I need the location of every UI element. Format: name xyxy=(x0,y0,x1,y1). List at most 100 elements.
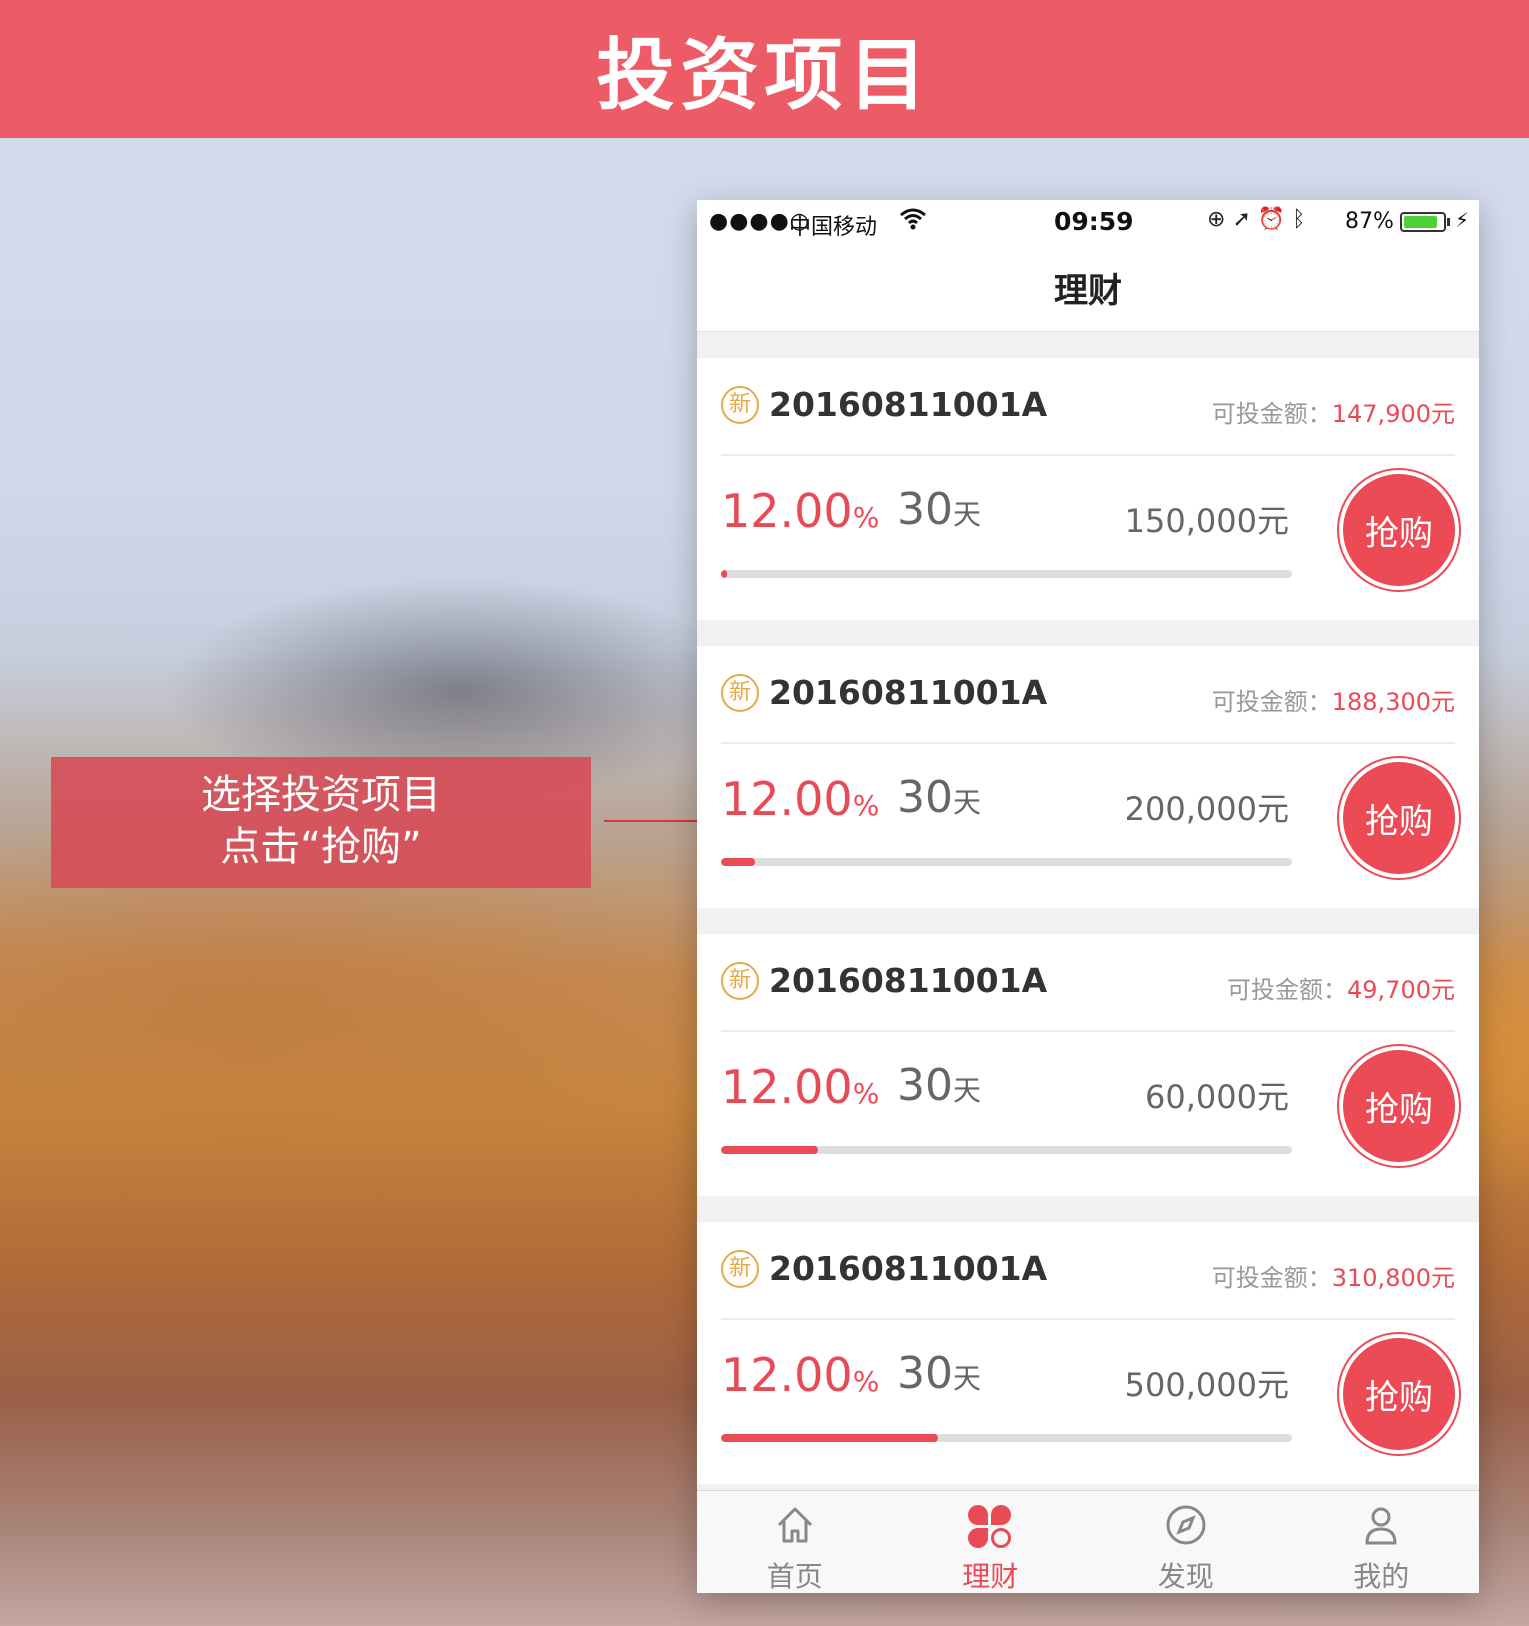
new-badge-icon: 新 xyxy=(721,962,759,1000)
battery-percent: 87% xyxy=(1345,209,1394,234)
product-code: 20160811001A xyxy=(769,385,1048,424)
rate-unit: % xyxy=(852,1077,880,1110)
status-bar: ●●●●○ 中国移动 09:59 ⊕ ➚ ⏰ ᛒ 87% ⚡ xyxy=(697,200,1479,244)
carrier-label: 中国移动 xyxy=(789,215,878,240)
available-amount: 可投金额：147,900元 xyxy=(1212,394,1455,429)
progress-bar xyxy=(721,858,1292,866)
total-amount: 60,000元 xyxy=(1145,1078,1289,1116)
interest-rate: 12.00% xyxy=(721,1348,879,1402)
home-icon xyxy=(697,1503,893,1551)
buy-button[interactable]: 抢购 xyxy=(1343,1050,1455,1162)
term-unit: 天 xyxy=(953,1074,982,1107)
available-value: 49,700元 xyxy=(1347,976,1455,1004)
alarm-icon: ⏰ xyxy=(1257,207,1286,232)
product-card[interactable]: 新 20160811001A 可投金额：188,300元 12.00% 30天 … xyxy=(697,646,1479,908)
total-amount: 150,000元 xyxy=(1124,502,1289,540)
tab-label: 理财 xyxy=(962,1560,1019,1593)
interest-rate: 12.00% xyxy=(721,1060,879,1114)
product-code: 20160811001A xyxy=(769,961,1048,1000)
term: 30天 xyxy=(897,1348,981,1399)
term-value: 30 xyxy=(897,484,953,535)
location-icon: ➚ xyxy=(1232,207,1251,232)
rate-value: 12.00 xyxy=(721,1060,853,1114)
product-card[interactable]: 新 20160811001A 可投金额：147,900元 12.00% 30天 … xyxy=(697,358,1479,620)
new-badge-icon: 新 xyxy=(721,386,759,424)
callout-line-1: 选择投资项目 xyxy=(201,772,441,818)
term-unit: 天 xyxy=(953,498,982,531)
available-label: 可投金额： xyxy=(1211,688,1332,716)
available-amount: 可投金额：188,300元 xyxy=(1212,682,1455,717)
divider xyxy=(721,1030,1455,1032)
buy-button[interactable]: 抢购 xyxy=(1343,474,1455,586)
nav-bar: 理财 xyxy=(697,244,1479,332)
term: 30天 xyxy=(897,772,981,823)
total-amount: 500,000元 xyxy=(1124,1366,1289,1404)
callout-line-2: 点击“抢购” xyxy=(220,824,422,870)
rate-unit: % xyxy=(852,1365,880,1398)
rate-unit: % xyxy=(852,501,880,534)
person-icon xyxy=(1284,1503,1480,1551)
available-label: 可投金额： xyxy=(1211,1264,1332,1292)
term: 30天 xyxy=(897,484,981,535)
bluetooth-icon: ᛒ xyxy=(1292,207,1306,232)
progress-bar xyxy=(721,1146,1292,1154)
term-value: 30 xyxy=(897,772,953,823)
status-time: 09:59 xyxy=(1054,207,1134,236)
status-icons: ⊕ ➚ ⏰ ᛒ xyxy=(1207,207,1305,232)
rate-value: 12.00 xyxy=(721,772,853,826)
product-code: 20160811001A xyxy=(769,1249,1048,1288)
term-value: 30 xyxy=(897,1060,953,1111)
tab-label: 发现 xyxy=(1157,1560,1214,1593)
term-unit: 天 xyxy=(953,786,982,819)
product-card[interactable]: 新 20160811001A 可投金额：310,800元 12.00% 30天 … xyxy=(697,1222,1479,1484)
progress-fill xyxy=(721,858,756,866)
tab-home[interactable]: 首页 xyxy=(697,1491,893,1593)
available-value: 188,300元 xyxy=(1331,688,1455,716)
available-value: 147,900元 xyxy=(1331,400,1455,428)
top-banner: 投资项目 xyxy=(0,0,1529,138)
buy-button[interactable]: 抢购 xyxy=(1343,1338,1455,1450)
tab-label: 首页 xyxy=(766,1560,823,1593)
available-label: 可投金额： xyxy=(1227,976,1348,1004)
tab-me[interactable]: 我的 xyxy=(1284,1491,1480,1593)
callout-box: 选择投资项目 点击“抢购” xyxy=(51,757,591,888)
rate-value: 12.00 xyxy=(721,484,853,538)
new-badge-icon: 新 xyxy=(721,674,759,712)
banner-title: 投资项目 xyxy=(596,31,933,121)
battery-icon xyxy=(1400,212,1446,232)
compass-icon xyxy=(1088,1503,1284,1551)
progress-fill xyxy=(721,1146,819,1154)
progress-bar xyxy=(721,570,1292,578)
buy-button[interactable]: 抢购 xyxy=(1343,762,1455,874)
available-amount: 可投金额：49,700元 xyxy=(1227,970,1455,1005)
divider xyxy=(721,1318,1455,1320)
phone-screen: ●●●●○ 中国移动 09:59 ⊕ ➚ ⏰ ᛒ 87% ⚡ 理财 新 2016… xyxy=(697,200,1479,1593)
term-unit: 天 xyxy=(953,1362,982,1395)
rate-unit: % xyxy=(852,789,880,822)
available-value: 310,800元 xyxy=(1331,1264,1455,1292)
charging-icon: ⚡ xyxy=(1455,208,1470,232)
rate-value: 12.00 xyxy=(721,1348,853,1402)
available-label: 可投金额： xyxy=(1211,400,1332,428)
progress-bar xyxy=(721,1434,1292,1442)
product-code: 20160811001A xyxy=(769,673,1048,712)
progress-fill xyxy=(721,1434,938,1442)
product-list: 新 20160811001A 可投金额：147,900元 12.00% 30天 … xyxy=(697,358,1479,1510)
page-title: 理财 xyxy=(1054,271,1122,311)
term-value: 30 xyxy=(897,1348,953,1399)
tab-finance[interactable]: 理财 xyxy=(893,1491,1089,1593)
product-card[interactable]: 新 20160811001A 可投金额：49,700元 12.00% 30天 6… xyxy=(697,934,1479,1196)
battery-fill xyxy=(1404,216,1438,228)
battery-tip xyxy=(1447,218,1450,226)
progress-fill xyxy=(721,570,727,578)
term: 30天 xyxy=(897,1060,981,1111)
divider xyxy=(721,454,1455,456)
new-badge-icon: 新 xyxy=(721,1250,759,1288)
rotation-lock-icon: ⊕ xyxy=(1207,207,1226,232)
total-amount: 200,000元 xyxy=(1124,790,1289,828)
tab-bar: 首页 理财 发现 我的 xyxy=(697,1490,1479,1593)
interest-rate: 12.00% xyxy=(721,484,879,538)
clover-icon xyxy=(893,1503,1089,1551)
tab-discover[interactable]: 发现 xyxy=(1088,1491,1284,1593)
wifi-icon xyxy=(899,207,927,237)
